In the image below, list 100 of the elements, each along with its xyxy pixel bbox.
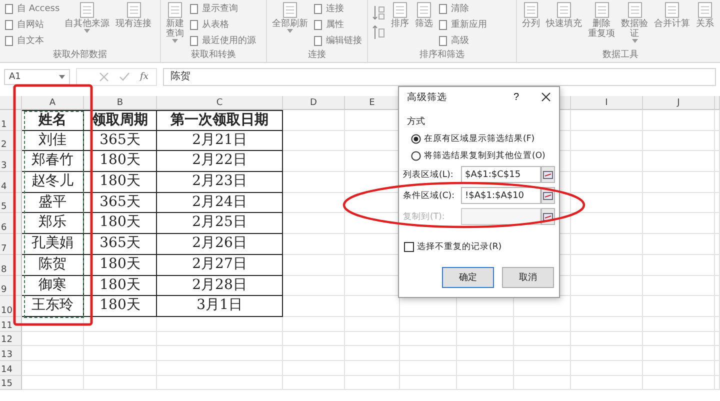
empty-cell — [283, 360, 345, 376]
table-cell: 180天 — [84, 254, 157, 276]
empty-cell — [643, 254, 715, 276]
row-header[interactable]: 4 — [0, 172, 22, 193]
ribbon-small-button[interactable]: 显示查询 — [189, 1, 256, 16]
row-header[interactable]: 15 — [0, 376, 22, 390]
empty-cell — [571, 130, 643, 152]
ribbon-small-button[interactable]: 编辑链接 — [313, 33, 362, 48]
range-field[interactable]: $A$1:$C$15 — [461, 166, 541, 183]
range-field[interactable] — [461, 208, 541, 225]
empty-cell — [345, 346, 400, 361]
table-cell: 2月25日 — [157, 213, 283, 234]
empty-cell — [345, 360, 400, 376]
insert-function-button[interactable]: fx — [140, 72, 148, 82]
row-header[interactable]: 1 — [0, 110, 22, 131]
empty-cell — [457, 316, 514, 332]
empty-cell — [571, 234, 643, 255]
column-header[interactable]: B — [84, 96, 157, 110]
ribbon-large-button[interactable]: 新建 查询 — [165, 1, 185, 43]
table-cell: 陈贺 — [22, 254, 84, 276]
empty-cell — [571, 110, 643, 131]
table-cell: 第一次领取日期 — [157, 110, 283, 131]
ribbon-small-button[interactable]: 高级 — [438, 33, 487, 48]
empty-cell — [571, 332, 643, 346]
ribbon-group-label: 排序和筛选 — [418, 49, 466, 62]
table-cell: 3月1日 — [157, 296, 283, 317]
formula-field[interactable]: 陈贺 — [163, 68, 716, 86]
unique-records-checkbox[interactable]: 选择不重复的记录(R) — [404, 241, 502, 253]
range-field[interactable]: !$A$1:$A$10 — [461, 187, 541, 204]
row-header[interactable]: 12 — [0, 332, 22, 346]
column-header[interactable]: C — [157, 96, 283, 110]
ribbon-group-label: 获取和转换 — [190, 49, 237, 62]
ribbon-group-label: 连接 — [307, 49, 327, 62]
empty-cell — [283, 276, 345, 296]
empty-cell — [571, 151, 643, 172]
range-picker-button[interactable] — [541, 166, 555, 183]
empty-cell — [571, 192, 643, 214]
empty-cell — [571, 360, 643, 376]
table-cell: 180天 — [84, 276, 157, 296]
ribbon-group-label: 数据工具 — [602, 49, 640, 62]
ribbon-large-button[interactable]: 关系 — [695, 1, 715, 29]
help-button[interactable]: ? — [513, 92, 519, 102]
ribbon-large-button[interactable]: 排序 — [390, 1, 410, 29]
row-header[interactable]: 3 — [0, 151, 22, 172]
ribbon-large-button[interactable]: 筛选 — [414, 1, 434, 29]
ribbon-large-button[interactable]: 数据验 证 — [620, 1, 649, 43]
column-header[interactable]: I — [571, 96, 643, 110]
close-icon[interactable] — [541, 92, 551, 102]
row-header[interactable]: 14 — [0, 360, 22, 376]
empty-cell — [514, 316, 571, 332]
ribbon-large-button[interactable]: 自其他来源 — [64, 1, 111, 33]
caret-icon — [59, 75, 65, 79]
empty-cell — [283, 130, 345, 152]
empty-cell — [283, 376, 345, 390]
ribbon-small-button[interactable]: 重新应用 — [438, 17, 487, 32]
radio-option[interactable]: 在原有区域显示筛选结果(F) — [411, 132, 535, 145]
ribbon-small-button[interactable]: 自网站 — [4, 17, 60, 32]
column-header[interactable]: D — [283, 96, 345, 110]
radio-option[interactable]: 将筛选结果复制到其他位置(O) — [411, 149, 546, 162]
column-header[interactable]: A — [22, 96, 84, 110]
table-cell: 赵冬儿 — [22, 172, 84, 193]
ribbon-small-button[interactable]: 属性 — [313, 17, 362, 32]
row-header[interactable]: 7 — [0, 234, 22, 255]
empty-cell — [400, 332, 457, 346]
row-header[interactable]: 6 — [0, 213, 22, 234]
ribbon-large-button[interactable]: 现有连接 — [114, 1, 153, 29]
ribbon-small-button[interactable]: 清除 — [438, 1, 487, 16]
sort-ascending-icon[interactable] — [372, 5, 386, 21]
dialog-button[interactable]: 取消 — [502, 267, 554, 288]
row-header[interactable]: 13 — [0, 346, 22, 361]
column-header[interactable]: E — [345, 96, 400, 110]
ribbon-small-button[interactable]: 连接 — [313, 1, 362, 16]
ribbon-small-button[interactable]: 自 Access — [4, 1, 60, 16]
range-picker-icon — [543, 212, 553, 220]
empty-cell — [457, 376, 514, 390]
empty-cell — [643, 276, 715, 296]
empty-cell — [643, 110, 715, 131]
empty-cell — [643, 332, 715, 346]
ribbon-large-button[interactable]: 全部刷新 — [271, 1, 309, 33]
column-header[interactable]: J — [643, 96, 715, 110]
ribbon-large-button[interactable]: 分列 — [521, 1, 541, 29]
check-icon[interactable] — [119, 72, 130, 82]
table-cell: 王东玲 — [22, 296, 84, 317]
empty-cell — [643, 296, 715, 317]
name-box[interactable]: A1 — [4, 69, 70, 85]
ribbon-small-button[interactable]: 最近使用的源 — [189, 33, 256, 48]
ribbon-small-button[interactable]: 自文本 — [4, 33, 60, 48]
ribbon-large-button[interactable]: 合并计算 — [653, 1, 691, 29]
dialog-button[interactable]: 确定 — [442, 267, 494, 288]
sort-descending-icon[interactable] — [372, 25, 386, 41]
empty-cell — [571, 276, 643, 296]
empty-cell — [643, 151, 715, 172]
empty-cell — [457, 332, 514, 346]
empty-cell — [643, 213, 715, 234]
select-all-corner[interactable] — [0, 96, 22, 110]
ribbon-small-button[interactable]: 从表格 — [189, 17, 256, 32]
empty-cell — [400, 376, 457, 390]
ribbon-large-button[interactable]: 删除 重复项 — [587, 1, 616, 39]
row-header[interactable]: 10 — [0, 296, 22, 317]
ribbon-large-button[interactable]: 快速填充 — [545, 1, 583, 29]
